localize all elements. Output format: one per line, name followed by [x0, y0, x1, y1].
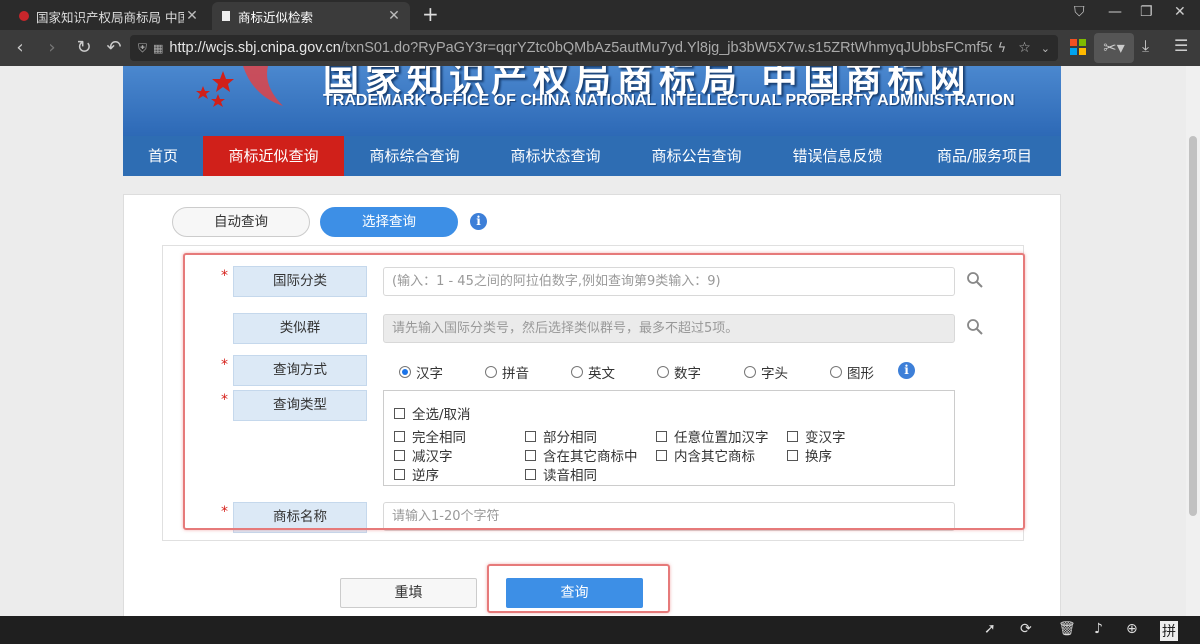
tab-title: 国家知识产权局商标局 中国商 [36, 9, 184, 25]
info-icon[interactable]: i [470, 213, 487, 230]
refresh-icon[interactable]: ⟳ [1020, 621, 1032, 637]
minimize-icon[interactable]: — [1108, 4, 1122, 20]
scrollbar-thumb[interactable] [1189, 136, 1197, 516]
document-icon [222, 11, 230, 21]
nav-home[interactable]: 首页 [123, 136, 203, 176]
trash-icon[interactable]: 🗑 [1058, 621, 1076, 637]
highlight-box-query [487, 564, 670, 613]
star-icon[interactable]: ☆ [1018, 40, 1031, 56]
apps-icon[interactable] [1070, 39, 1086, 55]
highlight-box [183, 253, 1025, 530]
main-nav: 首页 商标近似查询 商标综合查询 商标状态查询 商标公告查询 错误信息反馈 商品… [123, 136, 1061, 176]
nav-status-search[interactable]: 商标状态查询 [485, 136, 626, 176]
close-window-icon[interactable]: ✕ [1174, 4, 1186, 20]
nav-goods-services[interactable]: 商品/服务项目 [908, 136, 1061, 176]
volume-icon[interactable]: ♪ [1094, 621, 1103, 637]
shirt-icon[interactable]: ⛉ [1074, 4, 1085, 20]
browser-tab-bar: 国家知识产权局商标局 中国商 ✕ 商标近似检索 ✕ + ⛉ — ❐ ✕ [0, 0, 1200, 30]
undo-icon[interactable]: ↶ [102, 36, 126, 60]
url-host: http://wcjs.sbj.cnipa.gov.cn [169, 40, 341, 56]
nav-comprehensive-search[interactable]: 商标综合查询 [344, 136, 485, 176]
site-info-icon[interactable]: ▦ [153, 42, 163, 55]
menu-icon[interactable]: ☰ [1174, 36, 1188, 55]
logo-icon [196, 66, 283, 107]
rocket-icon[interactable]: ➚ [984, 621, 996, 637]
download-icon[interactable]: ⤓ [1142, 36, 1149, 56]
reload-icon[interactable]: ↻ [72, 36, 96, 60]
browser-tab[interactable]: 国家知识产权局商标局 中国商 ✕ [10, 2, 208, 30]
keyboard-icon[interactable]: 拼 [1160, 621, 1178, 641]
nav-error-feedback[interactable]: 错误信息反馈 [767, 136, 908, 176]
site-favicon [19, 11, 29, 21]
lightning-icon[interactable]: ϟ [998, 41, 1007, 56]
nav-announcement-search[interactable]: 商标公告查询 [626, 136, 767, 176]
web-page: 国家知识产权局商标局 中国商标网 TRADEMARK OFFICE OF CHI… [0, 66, 1186, 616]
site-banner: 国家知识产权局商标局 中国商标网 TRADEMARK OFFICE OF CHI… [123, 66, 1061, 136]
address-bar[interactable]: ⛨ ▦ http://wcjs.sbj.cnipa.gov.cn/txnS01.… [130, 35, 1058, 61]
tab-title: 商标近似检索 [238, 9, 314, 25]
status-bar: ➚ ⟳ 🗑 ♪ ⊕ 拼 [0, 616, 1200, 644]
browser-tab-active[interactable]: 商标近似检索 ✕ [212, 2, 410, 30]
nav-similar-search[interactable]: 商标近似查询 [203, 136, 344, 176]
url-text: http://wcjs.sbj.cnipa.gov.cn/txnS01.do?R… [169, 40, 991, 56]
close-tab-icon[interactable]: ✕ [184, 8, 200, 24]
close-tab-icon[interactable]: ✕ [386, 8, 402, 24]
reset-button[interactable]: 重填 [340, 578, 477, 608]
url-path: /txnS01.do?RyPaGY3r=qqrYZtc0bQMbAz5autMu… [340, 40, 992, 56]
new-tab-icon[interactable]: + [422, 3, 439, 25]
select-query-button[interactable]: 选择查询 [320, 207, 458, 237]
banner-title-en: TRADEMARK OFFICE OF CHINA NATIONAL INTEL… [323, 92, 1015, 109]
chevron-down-icon[interactable]: ⌄ [1041, 42, 1050, 55]
shield-icon: ⛨ [138, 40, 148, 55]
auto-query-button[interactable]: 自动查询 [172, 207, 310, 237]
back-icon[interactable]: ‹ [8, 36, 32, 60]
forward-icon[interactable]: › [40, 36, 64, 60]
browser-toolbar: ‹ › ↻ ↶ ⛨ ▦ http://wcjs.sbj.cnipa.gov.cn… [0, 30, 1200, 66]
restore-icon[interactable]: ❐ [1140, 4, 1153, 20]
vertical-scrollbar[interactable] [1186, 66, 1200, 616]
scissors-icon[interactable]: ✂▾ [1094, 33, 1134, 63]
zoom-icon[interactable]: ⊕ [1126, 621, 1138, 637]
